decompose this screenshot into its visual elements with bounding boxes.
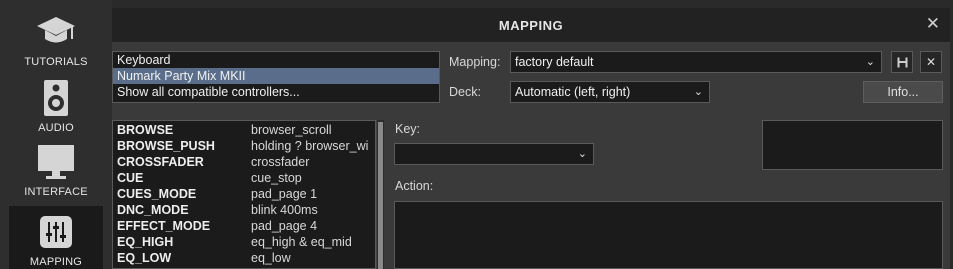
deck-value: Automatic (left, right) xyxy=(515,85,631,99)
chevron-down-icon: ⌄ xyxy=(865,56,875,68)
key-name: DNC_MODE xyxy=(117,203,189,217)
controller-list[interactable]: Keyboard Numark Party Mix MKII Show all … xyxy=(112,51,440,103)
list-item[interactable]: CROSSFADER crossfader xyxy=(113,154,375,170)
key-name: CUES_MODE xyxy=(117,187,197,201)
monitor-icon xyxy=(36,142,76,182)
list-item[interactable]: EQ_HIGH eq_high & eq_mid xyxy=(113,234,375,250)
sidebar-item-tutorials[interactable]: TUTORIALS xyxy=(9,12,103,72)
deck-label: Deck: xyxy=(449,85,481,99)
sidebar-item-label: AUDIO xyxy=(38,122,74,134)
deck-select[interactable]: Automatic (left, right) ⌄ xyxy=(510,81,710,103)
key-action: pad_page 1 xyxy=(251,187,318,201)
key-name: CROSSFADER xyxy=(117,155,204,169)
sliders-icon xyxy=(36,212,76,252)
key-action: cue_stop xyxy=(251,171,302,185)
sidebar-item-audio[interactable]: AUDIO xyxy=(9,78,103,138)
key-action: eq_low xyxy=(251,251,291,265)
mapping-select[interactable]: factory default ⌄ xyxy=(510,51,882,73)
key-name: BROWSE_PUSH xyxy=(117,139,215,153)
key-action-list[interactable]: BROWSE browser_scroll BROWSE_PUSH holding … xyxy=(112,120,376,269)
key-action: pad_page 4 xyxy=(251,219,318,233)
sidebar-item-interface[interactable]: INTERFACE xyxy=(9,142,103,204)
action-label: Action: xyxy=(395,179,434,193)
save-mapping-button[interactable] xyxy=(891,51,913,73)
graduation-cap-icon xyxy=(36,12,76,52)
speaker-icon xyxy=(36,78,76,118)
info-button[interactable]: Info... xyxy=(863,81,943,103)
key-name: BROWSE xyxy=(117,123,174,137)
key-action: eq_high & eq_mid xyxy=(251,235,352,249)
key-preview-box xyxy=(762,120,943,170)
chevron-down-icon: ⌄ xyxy=(577,148,587,160)
dialog-title: MAPPING xyxy=(498,17,564,33)
chevron-down-icon: ⌄ xyxy=(693,86,703,98)
sidebar-item-label: TUTORIALS xyxy=(24,56,88,68)
key-name: EQ_LOW xyxy=(117,251,172,265)
key-name: EFFECT_MODE xyxy=(117,219,211,233)
scrollbar-thumb[interactable] xyxy=(378,122,383,269)
mapping-label: Mapping: xyxy=(449,55,501,69)
list-item[interactable]: DNC_MODE blink 400ms xyxy=(113,202,375,218)
key-action: browser_scroll xyxy=(251,123,332,137)
list-item[interactable]: EFFECT_MODE pad_page 4 xyxy=(113,218,375,234)
key-select[interactable]: ⌄ xyxy=(394,143,594,165)
delete-mapping-button[interactable]: ✕ xyxy=(920,51,942,73)
action-editor[interactable] xyxy=(394,201,943,269)
title-bar: MAPPING ✕ xyxy=(112,8,950,42)
close-icon: ✕ xyxy=(925,55,937,69)
close-icon[interactable]: ✕ xyxy=(926,15,940,33)
key-name: CUE xyxy=(117,171,144,185)
list-item[interactable]: CUES_MODE pad_page 1 xyxy=(113,186,375,202)
controller-item-show-all[interactable]: Show all compatible controllers... xyxy=(113,84,439,100)
save-icon xyxy=(897,57,907,67)
sidebar-item-label: INTERFACE xyxy=(24,186,88,198)
list-item[interactable]: EQ_LOW eq_low xyxy=(113,250,375,266)
key-name: EQ_HIGH xyxy=(117,235,174,249)
list-item[interactable]: BROWSE browser_scroll xyxy=(113,122,375,138)
key-action: crossfader xyxy=(251,155,310,169)
mapping-value: factory default xyxy=(515,55,594,69)
key-label: Key: xyxy=(395,122,421,136)
mapping-panel: MAPPING ✕ Keyboard Numark Party Mix MKII… xyxy=(112,8,950,269)
controller-item-numark[interactable]: Numark Party Mix MKII xyxy=(113,68,439,84)
sidebar-item-mapping[interactable]: MAPPING xyxy=(9,206,103,269)
controller-item-keyboard[interactable]: Keyboard xyxy=(113,52,439,68)
list-item[interactable]: BROWSE_PUSH holding ? browser_wi xyxy=(113,138,375,154)
key-action: holding ? browser_wi xyxy=(251,139,369,153)
key-action: blink 400ms xyxy=(251,203,318,217)
list-item[interactable]: CUE cue_stop xyxy=(113,170,375,186)
sidebar-item-label: MAPPING xyxy=(29,256,83,268)
key-list-scrollbar[interactable] xyxy=(376,120,384,269)
sidebar: TUTORIALS AUDIO INTERFACE MAPPING xyxy=(0,0,112,269)
